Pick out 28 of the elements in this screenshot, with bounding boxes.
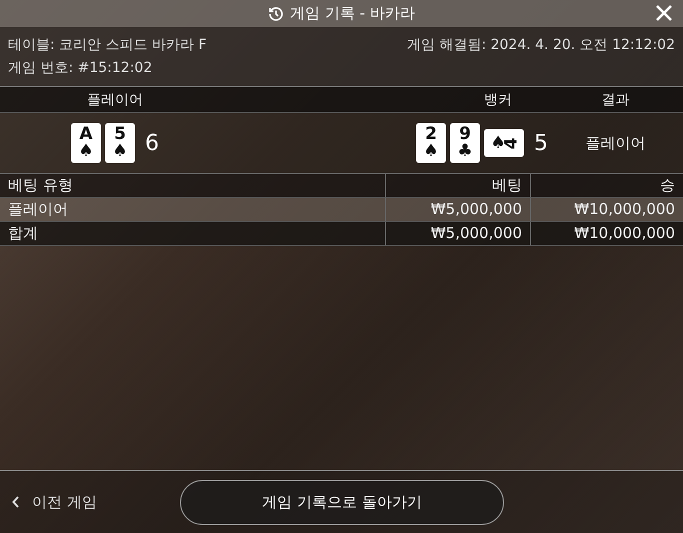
previous-game-link[interactable]: 이전 게임 [8,492,180,512]
column-header: 결과 [600,90,630,108]
banker-score: 5 [534,130,548,156]
playing-card: 2 ♠ [416,123,446,163]
playing-card: A ♠ [71,123,101,163]
table-cell: ₩5,000,000 [385,222,530,246]
table-cell: 합계 [0,222,385,246]
column-header: 승 [530,174,683,198]
table-cell: 플레이어 [0,198,385,222]
table-cell: ₩10,000,000 [530,198,683,222]
table-name: 테이블: 코리안 스피드 바카라 F [8,36,207,55]
window-title: 게임 기록 - 바카라 [290,4,415,23]
column-header: 뱅커 [483,90,513,108]
column-header: 베팅 [385,174,530,198]
back-to-history-button[interactable]: 게임 기록으로 돌아가기 [180,480,504,524]
chevron-left-icon [12,496,20,508]
table-cell: ₩10,000,000 [530,222,683,246]
playing-card: 9 ♣ [450,123,480,163]
resolved-time: 게임 해결됨: 2024. 4. 20. 오전 12:12:02 [407,36,675,55]
history-icon [268,6,284,22]
column-header: 플레이어 [86,90,144,108]
playing-card: 5 ♠ [105,123,135,163]
playing-card: 4 ♠ [484,129,524,157]
player-score: 6 [145,130,159,156]
game-number: 게임 번호: #15:12:02 [8,59,154,78]
column-header: 베팅 유형 [0,174,385,198]
table-cell: ₩5,000,000 [385,198,530,222]
result-text: 플레이어 [584,134,646,152]
